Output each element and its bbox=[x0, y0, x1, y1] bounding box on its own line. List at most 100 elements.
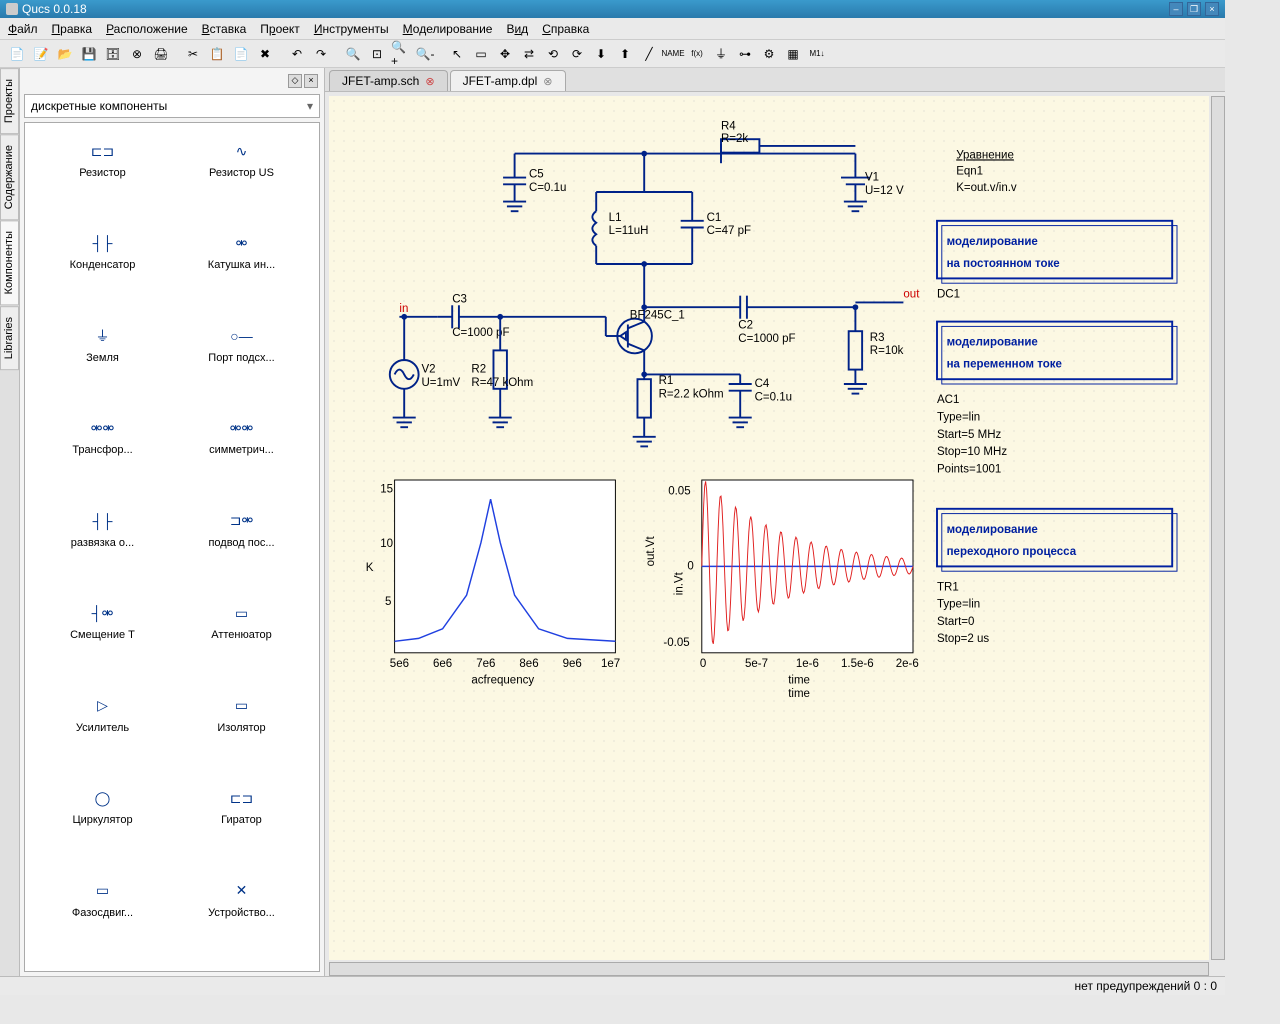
svg-text:моделирование: моделирование bbox=[947, 337, 1039, 349]
zoomout-icon[interactable]: 🔍- bbox=[414, 43, 436, 65]
component-item[interactable]: ▭Аттенюатор bbox=[172, 593, 311, 685]
component-label: Циркулятор bbox=[72, 814, 132, 826]
zoomin-icon[interactable]: 🔍+ bbox=[390, 43, 412, 65]
component-item[interactable]: ✕Устройство... bbox=[172, 871, 311, 963]
menu-view[interactable]: Вид bbox=[506, 22, 528, 36]
component-item[interactable]: ⊏⊐Гиратор bbox=[172, 778, 311, 870]
svg-text:R4: R4 bbox=[721, 121, 736, 133]
port-icon[interactable]: ⊶ bbox=[734, 43, 756, 65]
select-icon[interactable]: ↖ bbox=[446, 43, 468, 65]
svg-text:6e6: 6e6 bbox=[433, 658, 452, 670]
copy-icon[interactable]: 📋 bbox=[206, 43, 228, 65]
rotate2-icon[interactable]: ⟳ bbox=[566, 43, 588, 65]
sim-icon[interactable]: ▦ bbox=[782, 43, 804, 65]
close-icon[interactable]: ⊗ bbox=[126, 43, 148, 65]
mirror-icon[interactable]: ⇄ bbox=[518, 43, 540, 65]
menubar: Файл Правка Расположение Вставка Проект … bbox=[0, 18, 1225, 40]
redo-icon[interactable]: ↷ bbox=[310, 43, 332, 65]
close-button[interactable]: × bbox=[1205, 2, 1219, 16]
panel-close-icon[interactable]: × bbox=[304, 74, 318, 88]
combo-value: дискретные компоненты bbox=[31, 99, 167, 113]
component-item[interactable]: ▭Изолятор bbox=[172, 686, 311, 778]
menu-tools[interactable]: Инструменты bbox=[314, 22, 389, 36]
open-icon[interactable]: 📂 bbox=[54, 43, 76, 65]
wire-icon[interactable]: ╱ bbox=[638, 43, 660, 65]
component-category-select[interactable]: дискретные компоненты bbox=[24, 94, 320, 118]
svg-text:7e6: 7e6 bbox=[476, 658, 495, 670]
component-item[interactable]: ◯ Циркулятор bbox=[33, 778, 172, 870]
component-item[interactable]: ┤├развязка о... bbox=[33, 501, 172, 593]
rotate-icon[interactable]: ⟲ bbox=[542, 43, 564, 65]
component-item[interactable]: ⏚Земля bbox=[33, 316, 172, 408]
schematic-canvas[interactable]: R4 R=2k V1 U=12 V C5 C=0.1u bbox=[329, 96, 1209, 960]
component-icon: ○— bbox=[222, 324, 262, 348]
component-item[interactable]: ○—Порт подсх... bbox=[172, 316, 311, 408]
statusbar: нет предупреждений 0 : 0 bbox=[0, 976, 1225, 995]
panel-detach-icon[interactable]: ◇ bbox=[288, 74, 302, 88]
zoom-icon[interactable]: 🔍 bbox=[342, 43, 364, 65]
rect-icon[interactable]: ▭ bbox=[470, 43, 492, 65]
svg-text:out.Vt: out.Vt bbox=[645, 536, 657, 567]
close-tab-icon[interactable]: ⊗ bbox=[425, 75, 434, 88]
svg-text:1e7: 1e7 bbox=[601, 658, 620, 670]
menu-edit[interactable]: Правка bbox=[52, 22, 93, 36]
component-label: Устройство... bbox=[208, 907, 275, 919]
name-icon[interactable]: NAME bbox=[662, 43, 684, 65]
svg-text:моделирование: моделирование bbox=[947, 524, 1039, 536]
tab-content[interactable]: Содержание bbox=[0, 134, 19, 220]
svg-text:C2: C2 bbox=[738, 319, 753, 331]
menu-simulate[interactable]: Моделирование bbox=[403, 22, 493, 36]
zoomfit-icon[interactable]: ⊡ bbox=[366, 43, 388, 65]
minimize-button[interactable]: – bbox=[1169, 2, 1183, 16]
component-item[interactable]: ⚮Катушка ин... bbox=[172, 223, 311, 315]
menu-layout[interactable]: Расположение bbox=[106, 22, 188, 36]
component-item[interactable]: ∿Резистор US bbox=[172, 131, 311, 223]
svg-text:in.Vt: in.Vt bbox=[674, 571, 686, 595]
undo-icon[interactable]: ↶ bbox=[286, 43, 308, 65]
svg-text:0: 0 bbox=[687, 560, 693, 572]
tab-display[interactable]: JFET-amp.dpl ⊗ bbox=[450, 70, 566, 91]
menu-file[interactable]: Файл bbox=[8, 22, 38, 36]
gear-icon[interactable]: ⚙ bbox=[758, 43, 780, 65]
component-item[interactable]: ▷Усилитель bbox=[33, 686, 172, 778]
tab-components[interactable]: Компоненты bbox=[0, 220, 19, 305]
up-icon[interactable]: ⬆ bbox=[614, 43, 636, 65]
component-item[interactable]: ▭Фазосдвиг... bbox=[33, 871, 172, 963]
horizontal-scrollbar[interactable] bbox=[329, 962, 1209, 976]
component-icon: ┤⚮ bbox=[83, 601, 123, 625]
down-icon[interactable]: ⬇ bbox=[590, 43, 612, 65]
saveall-icon[interactable]: 🗄 bbox=[102, 43, 124, 65]
marker-icon[interactable]: M1↓ bbox=[806, 43, 828, 65]
gnd-icon[interactable]: ⏚ bbox=[710, 43, 732, 65]
component-item[interactable]: ⚮⚮симметрич... bbox=[172, 408, 311, 500]
component-grid: ⊏⊐Резистор∿Резистор US┤├Конденсатор⚮Кату… bbox=[24, 122, 320, 972]
component-item[interactable]: ⊏⊐Резистор bbox=[33, 131, 172, 223]
component-icon: ◯ bbox=[83, 786, 123, 810]
component-item[interactable]: ⚮⚮Трансфор... bbox=[33, 408, 172, 500]
component-label: Смещение Т bbox=[70, 629, 135, 641]
svg-text:Stop=10 MHz: Stop=10 MHz bbox=[937, 446, 1007, 458]
menu-help[interactable]: Справка bbox=[542, 22, 589, 36]
move-icon[interactable]: ✥ bbox=[494, 43, 516, 65]
maximize-button[interactable]: ❐ bbox=[1187, 2, 1201, 16]
component-item[interactable]: ┤├Конденсатор bbox=[33, 223, 172, 315]
print-icon[interactable]: 🖨 bbox=[150, 43, 172, 65]
component-item[interactable]: ⊐⚮подвод пос... bbox=[172, 501, 311, 593]
close-tab-icon[interactable]: ⊗ bbox=[543, 75, 552, 88]
paste-icon[interactable]: 📄 bbox=[230, 43, 252, 65]
text-icon[interactable]: 📝 bbox=[30, 43, 52, 65]
component-icon: ⏚ bbox=[83, 324, 123, 348]
menu-project[interactable]: Проект bbox=[260, 22, 300, 36]
tab-projects[interactable]: Проекты bbox=[0, 68, 19, 134]
tab-schematic[interactable]: JFET-amp.sch ⊗ bbox=[329, 70, 448, 91]
svg-text:Start=0: Start=0 bbox=[937, 616, 974, 628]
delete-icon[interactable]: ✖ bbox=[254, 43, 276, 65]
eq-icon[interactable]: f(x) bbox=[686, 43, 708, 65]
menu-insert[interactable]: Вставка bbox=[202, 22, 247, 36]
save-icon[interactable]: 💾 bbox=[78, 43, 100, 65]
tab-libraries[interactable]: Libraries bbox=[0, 306, 19, 370]
new-icon[interactable]: 📄 bbox=[6, 43, 28, 65]
vertical-scrollbar[interactable] bbox=[1211, 96, 1225, 960]
cut-icon[interactable]: ✂ bbox=[182, 43, 204, 65]
component-item[interactable]: ┤⚮ Смещение Т bbox=[33, 593, 172, 685]
